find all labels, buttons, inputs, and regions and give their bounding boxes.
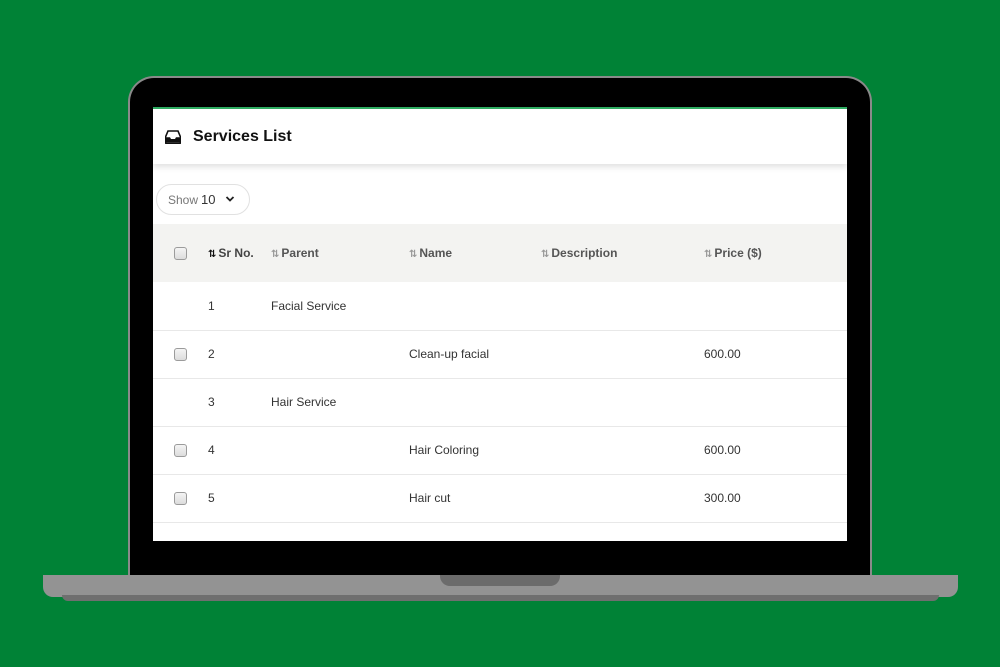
- row-select-cell: [153, 330, 208, 378]
- cell-name: Hair Coloring: [409, 443, 480, 457]
- cell-description: [541, 282, 704, 330]
- column-header-sr-no[interactable]: ⇅ Sr No.: [208, 224, 271, 282]
- cell-name: Clean-up facial: [409, 347, 490, 361]
- row-checkbox[interactable]: [174, 492, 187, 506]
- row-select-cell: [153, 282, 208, 330]
- row-select-cell: [153, 378, 208, 426]
- sort-icon: ⇅: [541, 249, 549, 260]
- chevron-down-icon: [225, 196, 235, 202]
- inbox-tray-icon: [165, 129, 181, 144]
- cell-parent: [271, 474, 409, 522]
- cell-parent: [271, 426, 409, 474]
- show-label: Show: [168, 192, 199, 207]
- cell-description: [541, 330, 704, 378]
- cell-price: 600.00: [704, 443, 741, 457]
- show-value: 10: [201, 192, 216, 207]
- app-screen: Services List Show 10 ⇅ Sr No. ⇅ Parent ⇅ N…: [153, 107, 847, 541]
- page-title: Services List: [193, 127, 292, 145]
- cell-description: [541, 474, 704, 522]
- select-all-cell: [153, 224, 208, 282]
- cell-parent: Hair Service: [271, 395, 337, 409]
- table-row: 5 Hair cut 300.00: [153, 474, 847, 522]
- cell-description: [541, 378, 704, 426]
- services-table: ⇅ Sr No. ⇅ Parent ⇅ Name ⇅ Description ⇅ Pric…: [153, 224, 847, 523]
- table-row: 4 Hair Coloring 600.00: [153, 426, 847, 474]
- table-row: 3 Hair Service: [153, 378, 847, 426]
- cell-parent: [271, 330, 409, 378]
- table-toolbar: Show 10: [153, 164, 847, 224]
- table-header-row: ⇅ Sr No. ⇅ Parent ⇅ Name ⇅ Description ⇅ Pric…: [153, 224, 847, 282]
- column-header-parent[interactable]: ⇅ Parent: [271, 224, 409, 282]
- row-select-cell: [153, 426, 208, 474]
- row-checkbox[interactable]: [174, 444, 187, 458]
- laptop-notch: [440, 575, 560, 586]
- card-header: Services List: [153, 109, 847, 164]
- cell-price: 300.00: [704, 491, 741, 505]
- cell-name: [409, 378, 541, 426]
- cell-sr-no: 5: [208, 491, 215, 505]
- sort-icon: ⇅: [409, 249, 417, 260]
- cell-price: 600.00: [704, 347, 741, 361]
- cell-sr-no: 4: [208, 443, 215, 457]
- cell-name: [409, 282, 541, 330]
- cell-description: [541, 426, 704, 474]
- cell-parent: Facial Service: [271, 298, 347, 313]
- table-row: 1 Facial Service: [153, 282, 847, 330]
- column-header-description[interactable]: ⇅ Description: [541, 224, 704, 282]
- row-select-cell: [153, 474, 208, 522]
- select-all-checkbox[interactable]: [174, 247, 187, 261]
- cell-price: [704, 378, 847, 426]
- laptop-base-shadow: [62, 595, 939, 601]
- column-header-price[interactable]: ⇅ Price ($): [704, 224, 847, 282]
- sort-icon: ⇅: [704, 249, 712, 260]
- cell-price: [704, 282, 847, 330]
- cell-sr-no: 3: [208, 395, 215, 409]
- column-header-name[interactable]: ⇅ Name: [409, 224, 541, 282]
- table-row: 2 Clean-up facial 600.00: [153, 330, 847, 378]
- sort-icon: ⇅: [208, 249, 216, 260]
- cell-name: Hair cut: [409, 491, 451, 505]
- show-entries-select[interactable]: Show 10: [156, 184, 250, 215]
- cell-sr-no: 1: [208, 298, 215, 313]
- sort-icon: ⇅: [271, 249, 279, 260]
- row-checkbox[interactable]: [174, 348, 187, 362]
- cell-sr-no: 2: [208, 347, 215, 361]
